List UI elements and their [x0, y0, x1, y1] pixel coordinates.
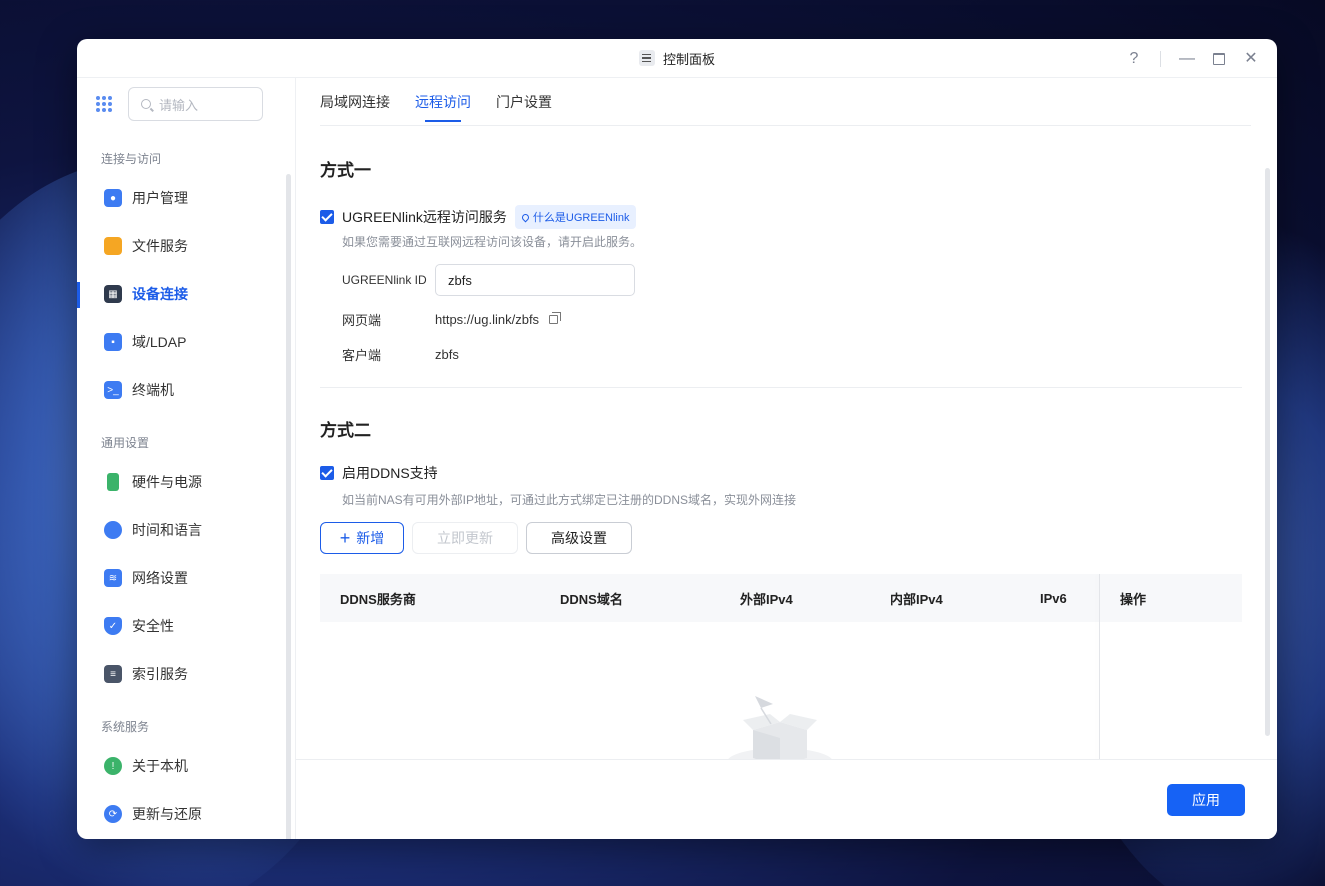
globe-icon [104, 521, 122, 539]
sidebar-item-label: 域/LDAP [132, 334, 187, 350]
sidebar-scrollbar[interactable] [286, 174, 291, 839]
refresh-icon: ⟳ [104, 805, 122, 823]
close-icon[interactable]: ✕ [1243, 50, 1259, 67]
copy-icon[interactable] [549, 312, 562, 324]
update-now-button[interactable]: 立即更新 [412, 522, 518, 554]
ddns-table: DDNS服务商 DDNS域名 外部IPv4 内部IPv4 IPv6 操作 [320, 574, 1242, 781]
battery-icon [107, 473, 119, 491]
actions-column-divider [1099, 574, 1100, 776]
col-internal-ipv4: 内部IPv4 [890, 591, 943, 607]
sidebar-item-label: 索引服务 [132, 666, 188, 682]
sidebar-item-label: 时间和语言 [132, 522, 202, 538]
bulb-icon [520, 212, 531, 222]
tab-remote-access[interactable]: 远程访问 [415, 78, 471, 126]
search-placeholder: 请输入 [159, 97, 199, 113]
sidebar-item-network[interactable]: ≋ 网络设置 [77, 554, 295, 602]
client-label: 客户端 [342, 348, 382, 363]
sidebar-item-security[interactable]: ✓ 安全性 [77, 602, 295, 650]
sidebar-item-label: 安全性 [132, 618, 174, 634]
ugreenlink-label: UGREENlink远程访问服务 [342, 209, 507, 225]
method1-title: 方式一 [320, 161, 371, 180]
sidebar-item-update[interactable]: ⟳ 更新与还原 [77, 790, 295, 838]
col-domain: DDNS域名 [560, 591, 623, 607]
col-external-ipv4: 外部IPv4 [740, 591, 793, 607]
client-value: zbfs [435, 347, 459, 362]
main-panel: 局域网连接 远程访问 门户设置 方式一 UGREENlink远程访问服务 什么是… [296, 78, 1277, 839]
sidebar-item-label: 用户管理 [132, 190, 188, 206]
table-header: DDNS服务商 DDNS域名 外部IPv4 内部IPv4 IPv6 操作 [320, 574, 1242, 622]
sidebar-item-device-connection[interactable]: ▦ 设备连接 [77, 270, 295, 318]
plus-icon: + [339, 528, 351, 548]
web-label: 网页端 [342, 313, 382, 328]
sidebar-item-about[interactable]: ! 关于本机 [77, 742, 295, 790]
search-input[interactable]: 请输入 [128, 87, 263, 121]
window-title: 控制面板 [662, 51, 715, 67]
ugreenlink-id-field[interactable]: zbfs [435, 264, 635, 296]
sidebar-item-time-language[interactable]: 时间和语言 [77, 506, 295, 554]
sidebar-item-index[interactable]: ≡ 索引服务 [77, 650, 295, 698]
help-icon[interactable]: ? [1126, 50, 1142, 67]
section-divider [320, 387, 1242, 388]
ugreenlink-id-label: UGREENlink ID [342, 273, 427, 287]
ugreenlink-hint: 如果您需要通过互联网远程访问该设备，请开启此服务。 [342, 235, 643, 249]
help-pill-label: 什么是UGREENlink [532, 212, 630, 224]
shield-icon: ✓ [104, 617, 122, 635]
method2-title: 方式二 [320, 421, 371, 440]
col-ipv6: IPv6 [1040, 590, 1067, 606]
sidebar-item-label: 网络设置 [132, 570, 188, 586]
directory-icon: ▪ [104, 333, 122, 351]
sidebar-item-terminal[interactable]: >_ 终端机 [77, 366, 295, 414]
col-provider: DDNS服务商 [340, 591, 416, 607]
main-scrollbar[interactable] [1265, 168, 1270, 736]
title-bar: 控制面板 ? — ✕ [77, 39, 1277, 78]
add-button-label: 新增 [356, 530, 385, 546]
terminal-icon: >_ [104, 381, 122, 399]
sidebar-item-label: 关于本机 [132, 758, 188, 774]
sidebar-item-label: 更新与还原 [132, 806, 202, 822]
section-general: 通用设置 [101, 436, 150, 450]
sidebar-item-ldap[interactable]: ▪ 域/LDAP [77, 318, 295, 366]
maximize-icon[interactable] [1213, 52, 1225, 65]
sidebar-item-file-service[interactable]: 文件服务 [77, 222, 295, 270]
wifi-icon: ≋ [104, 569, 122, 587]
user-icon: ● [104, 189, 122, 207]
web-url[interactable]: https://ug.link/zbfs [435, 312, 539, 327]
info-icon: ! [104, 757, 122, 775]
control-panel-window: 控制面板 ? — ✕ 请输入 连接与访问 ● 用户管理 文件服务 ▦ 设备连接 … [77, 39, 1277, 839]
app-grid-icon[interactable] [96, 96, 112, 112]
index-icon: ≡ [104, 665, 122, 683]
search-icon [141, 99, 151, 109]
ddns-hint: 如当前NAS有可用外部IP地址，可通过此方式绑定已注册的DDNS域名，实现外网连… [342, 493, 797, 507]
apply-button[interactable]: 应用 [1167, 784, 1245, 816]
ugreenlink-help-pill[interactable]: 什么是UGREENlink [514, 205, 637, 229]
folder-icon [104, 237, 122, 255]
minimize-icon[interactable]: — [1179, 50, 1195, 67]
sidebar-item-label: 文件服务 [132, 238, 188, 254]
section-system: 系统服务 [101, 720, 150, 734]
add-button[interactable]: + 新增 [320, 522, 404, 554]
control-panel-icon [638, 50, 655, 66]
tab-bar: 局域网连接 远程访问 门户设置 [320, 78, 1251, 126]
sidebar: 请输入 连接与访问 ● 用户管理 文件服务 ▦ 设备连接 ▪ 域/LDAP >_ [77, 78, 296, 839]
sidebar-item-label: 终端机 [132, 382, 174, 398]
device-icon: ▦ [104, 285, 122, 303]
sidebar-item-hardware[interactable]: 硬件与电源 [77, 458, 295, 506]
controls-divider [1160, 50, 1161, 67]
ddns-label: 启用DDNS支持 [342, 465, 438, 481]
advanced-settings-button[interactable]: 高级设置 [526, 522, 632, 554]
sidebar-item-users[interactable]: ● 用户管理 [77, 174, 295, 222]
ddns-checkbox[interactable] [320, 466, 334, 480]
ugreenlink-checkbox[interactable] [320, 210, 334, 224]
section-connect: 连接与访问 [101, 152, 162, 166]
col-actions: 操作 [1120, 591, 1147, 607]
sidebar-item-label: 硬件与电源 [132, 474, 202, 490]
tab-lan[interactable]: 局域网连接 [320, 78, 390, 126]
tab-portal[interactable]: 门户设置 [496, 78, 552, 126]
footer-bar: 应用 [296, 759, 1277, 839]
sidebar-item-label: 设备连接 [132, 286, 188, 302]
